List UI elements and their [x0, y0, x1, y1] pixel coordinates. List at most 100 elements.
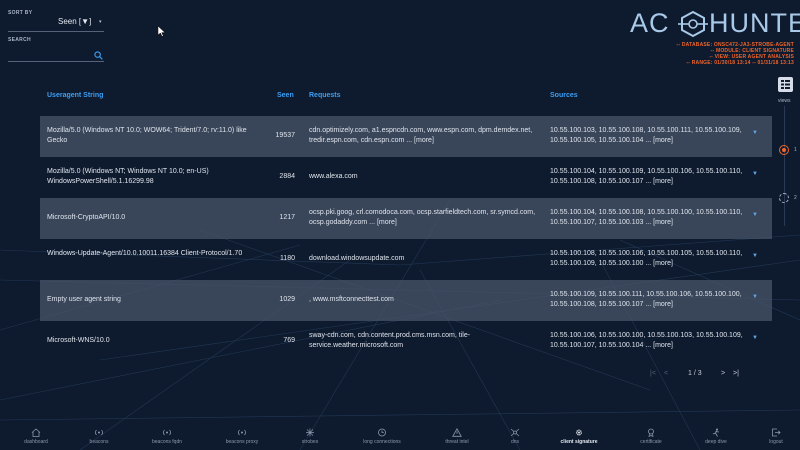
table-row[interactable]: Microsoft-CryptoAPI/10.0 1217 ocsp.pki.g… [40, 198, 772, 239]
search-underline [8, 61, 104, 62]
nav-long-connections[interactable]: long connections [352, 428, 412, 445]
nav-label: beacons fqdn [151, 439, 183, 445]
gear-icon [576, 429, 582, 436]
nav-beacons-proxy[interactable]: beacons proxy [212, 428, 272, 445]
cell-seen: 1029 [279, 296, 295, 303]
nav-beacons[interactable]: beacons [69, 428, 129, 445]
expand-row-icon[interactable]: ▼ [752, 171, 758, 177]
logout-icon [772, 428, 781, 437]
info-range: -- RANGE: 01/30/18 13:14 -- 01/31/18 13:… [686, 60, 794, 66]
long-connections-icon [378, 428, 386, 437]
nav-label: client signature [560, 439, 598, 445]
cell-requests[interactable]: ocsp.pki.goog, crl.comodoca.com, ocsp.st… [309, 208, 544, 227]
cell-useragent: Mozilla/5.0 (Windows NT; Windows NT 10.0… [47, 168, 209, 185]
table-row[interactable]: Mozilla/5.0 (Windows NT 10.0; WOW64; Tri… [40, 116, 772, 157]
nav-label: certificate [640, 439, 662, 445]
search-label: SEARCH [8, 37, 31, 43]
nav-label: dns [510, 439, 520, 445]
cell-seen: 769 [283, 337, 295, 344]
chevron-down-icon[interactable]: ▾ [99, 19, 102, 25]
cell-requests[interactable]: sway-cdn.com, cdn.content.prod.cms.msn.c… [309, 331, 544, 350]
header-seen[interactable]: Seen [277, 92, 294, 99]
cell-requests[interactable]: cdn.optimizely.com, a1.espncdn.com, www.… [309, 126, 544, 145]
cell-sources[interactable]: 10.55.100.109, 10.55.100.111, 10.55.100.… [550, 290, 750, 309]
header-sources[interactable]: Sources [550, 92, 578, 99]
nav-label: threat intel [445, 439, 469, 445]
nav-label: logout [769, 439, 783, 445]
view-2-radio[interactable] [779, 193, 789, 203]
beacon-fqdn-icon [163, 429, 171, 436]
cell-useragent: Microsoft-CryptoAPI/10.0 [47, 214, 126, 221]
page-indicator: 1 / 3 [688, 370, 702, 377]
nav-threat-intel[interactable]: threat intel [427, 428, 487, 445]
first-page-button[interactable]: |< [650, 370, 656, 377]
certificate-icon [648, 428, 654, 437]
cell-requests[interactable]: download.windowsupdate.com [309, 254, 544, 264]
strobe-icon [306, 428, 314, 437]
nav-label: deep dive [705, 439, 727, 445]
beacon-proxy-icon [238, 429, 246, 436]
expand-row-icon[interactable]: ▼ [752, 253, 758, 259]
cell-requests[interactable]: , www.msftconnecttest.com [309, 295, 544, 305]
logo-text-right: HUNTER [709, 8, 800, 38]
nav-label: beacons proxy [225, 439, 259, 445]
hexagon-logo-icon [678, 10, 708, 38]
nav-beacons-fqdn[interactable]: beacons fqdn [137, 428, 197, 445]
table-row[interactable]: Microsoft-WNS/10.0 769 sway-cdn.com, cdn… [40, 321, 772, 362]
nav-strobes[interactable]: strobes [280, 428, 340, 445]
prev-page-button[interactable]: < [664, 370, 668, 377]
logo-text-left: AC [630, 8, 670, 38]
diver-icon [712, 428, 720, 437]
views-track [784, 106, 785, 226]
table-row[interactable]: Windows-Update-Agent/10.0.10011.16384 Cl… [40, 239, 772, 280]
cell-sources[interactable]: 10.55.100.106, 10.55.100.100, 10.55.100.… [550, 331, 750, 350]
mouse-cursor-icon [158, 26, 166, 37]
beacon-icon [95, 429, 103, 436]
cell-sources[interactable]: 10.55.100.104, 10.55.100.108, 10.55.100.… [550, 208, 750, 227]
nav-label: beacons [89, 439, 109, 445]
search-icon[interactable] [94, 51, 103, 60]
cell-useragent: Windows-Update-Agent/10.0.10011.16384 Cl… [47, 250, 243, 257]
last-page-button[interactable]: >| [733, 370, 739, 377]
cell-useragent: Mozilla/5.0 (Windows NT 10.0; WOW64; Tri… [47, 127, 247, 144]
views-grid-button[interactable] [778, 77, 793, 92]
nav-label: strobes [301, 439, 319, 445]
sort-select[interactable]: Seen [▼] [58, 17, 91, 26]
expand-row-icon[interactable]: ▼ [752, 130, 758, 136]
view-2-label: 2 [794, 195, 797, 201]
context-info: -- DATABASE: ONSC472-JA3-STROBE-AGENT --… [677, 42, 795, 66]
view-1-radio[interactable] [779, 145, 789, 155]
nav-dns[interactable]: dns [485, 428, 545, 445]
warning-icon [452, 428, 462, 437]
nav-label: long connections [363, 439, 401, 445]
house-icon [31, 428, 41, 437]
next-page-button[interactable]: > [721, 370, 725, 377]
expand-row-icon[interactable]: ▼ [752, 212, 758, 218]
radio-dot-icon [782, 148, 786, 152]
cell-useragent: Empty user agent string [47, 296, 121, 303]
nav-certificate[interactable]: certificate [621, 428, 681, 445]
header-requests[interactable]: Requests [309, 92, 341, 99]
cell-seen: 1180 [279, 255, 295, 262]
nav-client-signature[interactable]: client signature [549, 428, 609, 445]
nav-dashboard[interactable]: dashboard [6, 428, 66, 445]
table-row[interactable]: Mozilla/5.0 (Windows NT; Windows NT 10.0… [40, 157, 772, 198]
nav-logout[interactable]: logout [746, 428, 800, 445]
cell-sources[interactable]: 10.55.100.108, 10.55.100.106, 10.55.100.… [550, 249, 750, 268]
grid-icon [781, 80, 790, 89]
cell-seen: 19537 [275, 132, 295, 139]
sort-underline [8, 31, 104, 32]
table-row[interactable]: Empty user agent string 1029 , www.msftc… [40, 280, 772, 321]
cell-sources[interactable]: 10.55.100.104, 10.55.100.109, 10.55.100.… [550, 167, 750, 186]
search-input[interactable] [8, 47, 92, 61]
expand-row-icon[interactable]: ▼ [752, 335, 758, 341]
dns-icon [510, 428, 520, 437]
header-useragent[interactable]: Useragent String [47, 92, 103, 99]
cell-seen: 1217 [279, 214, 295, 221]
expand-row-icon[interactable]: ▼ [752, 294, 758, 300]
cell-sources[interactable]: 10.55.100.103, 10.55.100.108, 10.55.100.… [550, 126, 750, 145]
cell-requests[interactable]: www.alexa.com [309, 172, 544, 182]
sort-label: SORT BY [8, 10, 33, 16]
cell-useragent: Microsoft-WNS/10.0 [47, 337, 110, 344]
nav-deep-dive[interactable]: deep dive [686, 428, 746, 445]
